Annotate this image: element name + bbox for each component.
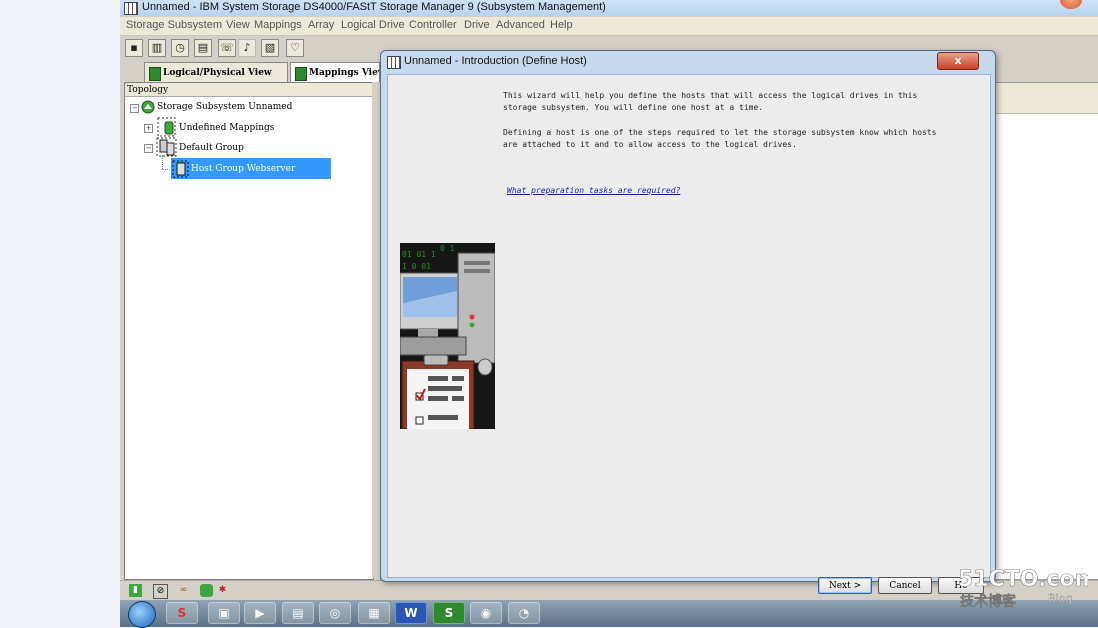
storage-manager-icon[interactable]: ▦: [358, 602, 390, 624]
wizard-illustration: 01 01 11 0 010 11: [400, 243, 495, 429]
define-host-dialog: Unnamed - Introduction (Define Host) x T…: [380, 50, 996, 594]
window-title-bar[interactable]: Unnamed - IBM System Storage DS4000/FASt…: [120, 0, 1098, 16]
windows-start-icon: [128, 601, 156, 628]
start-button[interactable]: [124, 600, 158, 628]
menu-array[interactable]: Array: [308, 19, 334, 31]
app-icon: [124, 2, 138, 15]
window-title: Unnamed - IBM System Storage DS4000/FASt…: [142, 1, 606, 13]
tab-logical-physical-label: Logical/Physical View: [163, 68, 272, 78]
status-no-icon: ⊘: [153, 584, 168, 599]
close-button[interactable]: x: [937, 52, 979, 70]
menu-advanced[interactable]: Advanced: [496, 19, 545, 31]
tree-item-default-group[interactable]: Default Group: [179, 141, 244, 155]
cancel-button[interactable]: Cancel: [878, 577, 932, 594]
svg-text:51CTO.com: 51CTO.com: [958, 567, 1088, 592]
status-alert-icon: ✱: [218, 585, 227, 595]
dialog-app-icon: [387, 56, 401, 69]
svg-text:0 1: 0 1: [440, 244, 455, 253]
menu-logical-drive[interactable]: Logical Drive: [341, 19, 405, 31]
tree-line: [162, 155, 164, 169]
bell-icon[interactable]: ♪: [238, 39, 256, 57]
tree-item-host-group-webserver[interactable]: Host Group Webserver: [191, 162, 295, 176]
tab-drive-icon: [149, 67, 161, 81]
globe-icon[interactable]: ◉: [470, 602, 502, 624]
tree-item-storage-subsystem[interactable]: Storage Subsystem Unnamed: [157, 100, 292, 114]
view-icon[interactable]: ▥: [148, 39, 166, 57]
menu-storage-subsystem[interactable]: Storage Subsystem: [126, 19, 222, 31]
tree-header: Topology: [125, 83, 373, 97]
clock-icon[interactable]: ◷: [171, 39, 189, 57]
notepad-icon[interactable]: ▤: [282, 602, 314, 624]
intro-text-line: Defining a host is one of the steps requ…: [503, 128, 937, 137]
view-tabs: Logical/Physical View Mappings View: [120, 60, 380, 82]
panel-splitter[interactable]: [372, 82, 380, 578]
list-icon[interactable]: ▤: [194, 39, 212, 57]
tree-line: [162, 169, 170, 171]
menu-controller[interactable]: Controller: [409, 19, 457, 31]
default-group-icon: [156, 137, 177, 157]
desktop-background: [0, 0, 120, 600]
intro-text-line: are attached to it and to allow access t…: [503, 140, 797, 149]
tab-mappings-icon: [295, 67, 307, 81]
media-icon[interactable]: ▶: [244, 602, 276, 624]
dialog-title: Unnamed - Introduction (Define Host): [404, 55, 587, 67]
expand-toggle[interactable]: +: [144, 124, 153, 133]
excel-icon[interactable]: S: [433, 602, 465, 624]
watermark-logo: 51CTO.com 技术博客 Blog: [958, 562, 1098, 617]
menu-mappings[interactable]: Mappings: [254, 19, 302, 31]
svg-text:Blog: Blog: [1048, 592, 1072, 605]
media-player-icon[interactable]: ▣: [208, 602, 240, 624]
next-button[interactable]: Next >: [818, 577, 872, 594]
tab-mappings-label: Mappings View: [309, 68, 380, 78]
collapse-toggle[interactable]: −: [130, 104, 139, 113]
word-icon[interactable]: W: [395, 602, 427, 624]
menu-bar: Storage Subsystem View Mappings Array Lo…: [120, 17, 1098, 36]
status-link-icon: ∞: [179, 585, 188, 595]
svg-text:01 01 1: 01 01 1: [402, 250, 436, 259]
host-group-icon: [172, 160, 189, 178]
intro-text-line: storage subsystem. You will define one h…: [503, 103, 764, 112]
status-drive-icon: [200, 584, 213, 597]
topology-tree: Topology − Storage Subsystem Unnamed + U…: [124, 82, 374, 580]
preparation-tasks-link[interactable]: What preparation tasks are required?: [507, 186, 680, 195]
heart-icon[interactable]: ♡: [286, 39, 304, 57]
save-icon[interactable]: ▪: [125, 39, 143, 57]
tab-logical-physical[interactable]: Logical/Physical View: [144, 62, 288, 82]
status-book-icon: ▮: [129, 584, 142, 597]
menu-help[interactable]: Help: [550, 19, 573, 31]
undefined-mappings-icon: [157, 117, 176, 137]
menu-view[interactable]: View: [226, 19, 250, 31]
menu-drive[interactable]: Drive: [464, 19, 490, 31]
dialog-title-bar[interactable]: Unnamed - Introduction (Define Host) x: [381, 51, 995, 73]
tree-item-undefined-mappings[interactable]: Undefined Mappings: [179, 121, 274, 135]
taskbar: S ▣ ▶ ▤ ◎ ▦ W S ◉ ◔: [120, 600, 1098, 628]
intro-text-line: This wizard will help you define the hos…: [503, 91, 918, 100]
storage-subsystem-icon: [141, 100, 155, 114]
explorer-icon[interactable]: S: [166, 602, 198, 624]
phone-icon[interactable]: ☏: [218, 39, 236, 57]
collapse-toggle[interactable]: −: [144, 144, 153, 153]
svg-text:技术博客: 技术博客: [960, 593, 1017, 610]
orb-icon: [1060, 0, 1082, 9]
app-icon[interactable]: ◔: [508, 602, 540, 624]
drive-icon[interactable]: ▧: [261, 39, 279, 57]
ie-icon[interactable]: ◎: [319, 602, 351, 624]
dialog-body: This wizard will help you define the hos…: [387, 74, 991, 594]
tab-mappings[interactable]: Mappings View: [290, 62, 380, 82]
svg-text:1 0 01: 1 0 01: [402, 262, 431, 271]
